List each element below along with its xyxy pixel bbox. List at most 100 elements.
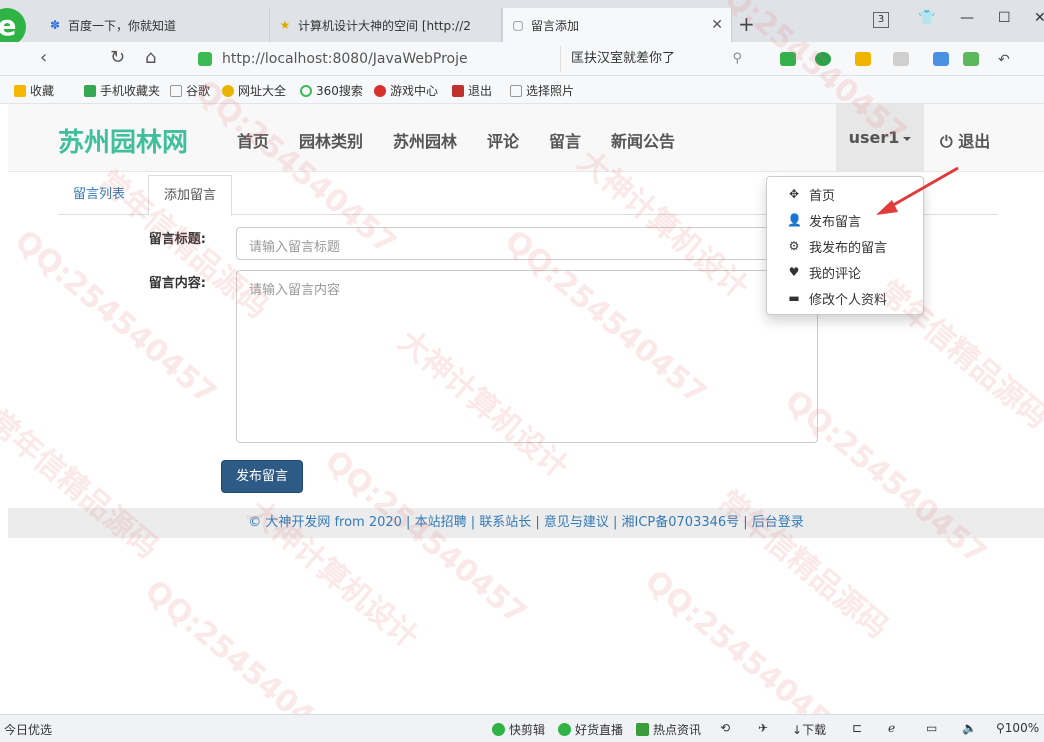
browser-tab-baidu[interactable]: ✽ 百度一下，你就知道 (40, 8, 270, 42)
browser-tab-title: 计算机设计大神的空间 [http://2 (298, 18, 471, 33)
browser-tab-title: 留言添加 (531, 18, 580, 33)
phone-icon (84, 84, 96, 97)
status-pin-icon[interactable]: ✈ (758, 721, 768, 735)
home-icon[interactable]: ⌂ (145, 47, 156, 68)
back-icon[interactable]: ‹ (40, 47, 47, 68)
content-textarea[interactable]: 请输入留言内容 (236, 270, 818, 443)
browser-tab-message-add[interactable]: ▢ 留言添加 ✕ (502, 8, 732, 42)
battery-icon[interactable] (963, 52, 979, 66)
nav-gardens[interactable]: 苏州园林 (393, 128, 457, 152)
download-icon: ↓ (792, 722, 803, 737)
move-icon: ✥ (788, 187, 800, 201)
nav-comments[interactable]: 评论 (487, 128, 519, 152)
title-input[interactable]: 请输入留言标题 (236, 227, 818, 260)
game-center-icon (374, 84, 386, 97)
status-label: 快剪辑 (509, 723, 546, 737)
status-zoom[interactable]: ⚲ 100% (996, 721, 1039, 735)
secure-shield-icon (198, 52, 212, 66)
browser-addressbar: ‹ ↻ ⌂ http://localhost:8080/JavaWebProje… (0, 42, 1044, 76)
close-window-button[interactable]: ✕ (1034, 10, 1044, 26)
site-brand[interactable]: 苏州园林网 (58, 122, 188, 159)
refresh-icon[interactable]: ↻ (110, 47, 125, 68)
dropdown-item-my-messages[interactable]: ⚙ 我发布的留言 (767, 233, 923, 259)
card-icon: ▬ (788, 291, 800, 305)
browser-tabbar: e ✽ 百度一下，你就知道 ★ 计算机设计大神的空间 [http://2 ▢ 留… (0, 0, 1044, 46)
submit-message-button[interactable]: 发布留言 (221, 460, 303, 493)
minimize-button[interactable]: — (960, 10, 974, 26)
watermark-qq: QQ:254540457 (8, 223, 223, 412)
status-today-picks[interactable]: 今日优选 (4, 721, 52, 738)
undo-icon[interactable]: ↶ (998, 52, 1014, 68)
browser-tab-space[interactable]: ★ 计算机设计大神的空间 [http://2 (270, 8, 502, 42)
360-icon (300, 84, 312, 97)
nav-categories[interactable]: 园林类别 (299, 128, 363, 152)
status-label: 下载 (802, 723, 827, 737)
status-news[interactable]: 热点资讯 (636, 721, 701, 738)
browser-tab-title: 百度一下，你就知道 (68, 18, 177, 33)
dropdown-item-my-comments[interactable]: ♥ 我的评论 (767, 259, 923, 285)
bookmark-mobile[interactable]: 手机收藏夹 (84, 82, 160, 99)
window-count-badge[interactable]: 3 (873, 12, 889, 28)
zoom-level: 100% (1004, 721, 1040, 735)
bookmark-sites[interactable]: 网址大全 (222, 82, 286, 99)
status-window-icon[interactable]: ▭ (926, 721, 937, 735)
skin-icon[interactable]: 👕 (918, 10, 935, 26)
dropdown-item-label: 修改个人资料 (809, 292, 888, 308)
bookmark-google[interactable]: 谷歌 (170, 82, 210, 99)
url-input[interactable]: http://localhost:8080/JavaWebProje (198, 46, 548, 72)
url-text: http://localhost:8080/JavaWebProje (222, 51, 468, 67)
watermark-source: 常年信精品源码 (0, 403, 165, 566)
bookmark-photos[interactable]: 选择照片 (510, 82, 574, 99)
content-label: 留言内容: (148, 276, 206, 291)
bookmark-label: 网址大全 (238, 84, 287, 98)
status-download[interactable]: ↓ 下载 (792, 721, 826, 738)
title-label: 留言标题: (148, 232, 206, 247)
status-ie-icon[interactable]: ℯ (888, 721, 895, 735)
dropdown-item-edit-profile[interactable]: ▬ 修改个人资料 (767, 285, 923, 311)
nav-messages[interactable]: 留言 (549, 128, 581, 152)
news-icon (636, 723, 649, 736)
bookmark-games[interactable]: 游戏中心 (374, 82, 438, 99)
status-quick-edit[interactable]: 快剪辑 (492, 721, 545, 738)
arrow-shaft (887, 166, 959, 210)
status-mode-icon[interactable]: ⊏ (852, 721, 862, 735)
game-icon[interactable] (893, 52, 909, 66)
logout-link[interactable]: ⏻ 退出 (940, 128, 990, 152)
bookmark-label: 手机收藏夹 (100, 84, 161, 98)
gear-icon: ⚙ (788, 239, 800, 253)
star-icon (14, 84, 26, 97)
search-icon[interactable]: ⚲ (732, 46, 742, 72)
bookmark-exit[interactable]: 退出 (452, 82, 492, 99)
nav-home[interactable]: 首页 (237, 128, 269, 152)
star-icon: ★ (279, 18, 291, 32)
logout-label: 退出 (958, 132, 991, 151)
status-sound-icon[interactable]: 🔈 (962, 721, 977, 735)
apps-icon[interactable] (933, 52, 949, 66)
nav-news[interactable]: 新闻公告 (611, 128, 675, 152)
page-icon (170, 84, 182, 97)
status-live[interactable]: 好货直播 (558, 721, 623, 738)
translate-icon[interactable] (815, 52, 831, 66)
browser-search-input[interactable]: 匡扶汉室就差你了 ⚲ (560, 46, 750, 72)
site-footer[interactable]: © 大神开发网 from 2020 | 本站招聘 | 联系站长 | 意见与建议 … (8, 508, 1044, 538)
tab-add-message[interactable]: 添加留言 (148, 175, 233, 216)
coupon-icon[interactable] (855, 52, 871, 66)
dropdown-item-label: 首页 (809, 188, 836, 204)
caret-down-icon (903, 136, 912, 141)
close-tab-icon[interactable]: ✕ (711, 17, 723, 33)
bookmark-label: 谷歌 (186, 84, 211, 98)
tab-message-list[interactable]: 留言列表 (58, 175, 140, 215)
status-history-icon[interactable]: ⟲ (720, 721, 730, 735)
browser-statusbar: 今日优选 快剪辑 好货直播 热点资讯 ⟲ ✈ ↓ 下载 ⊏ ℯ ▭ 🔈 ⚲ 10… (0, 714, 1044, 742)
bookmark-360[interactable]: 360搜索 (300, 82, 363, 99)
status-label: 好货直播 (575, 723, 624, 737)
exit-icon (452, 84, 464, 97)
scissors-icon[interactable] (780, 52, 796, 66)
maximize-button[interactable]: ☐ (998, 10, 1011, 26)
bookmarks-bar: 收藏 手机收藏夹 谷歌 网址大全 360搜索 游戏中心 退出 选择照片 (0, 76, 1044, 104)
bookmark-favorites[interactable]: 收藏 (14, 82, 54, 99)
new-tab-button[interactable]: + (738, 12, 755, 36)
bookmark-label: 收藏 (30, 84, 55, 98)
page-icon (510, 84, 522, 97)
zoom-icon: ⚲ (996, 721, 1005, 735)
